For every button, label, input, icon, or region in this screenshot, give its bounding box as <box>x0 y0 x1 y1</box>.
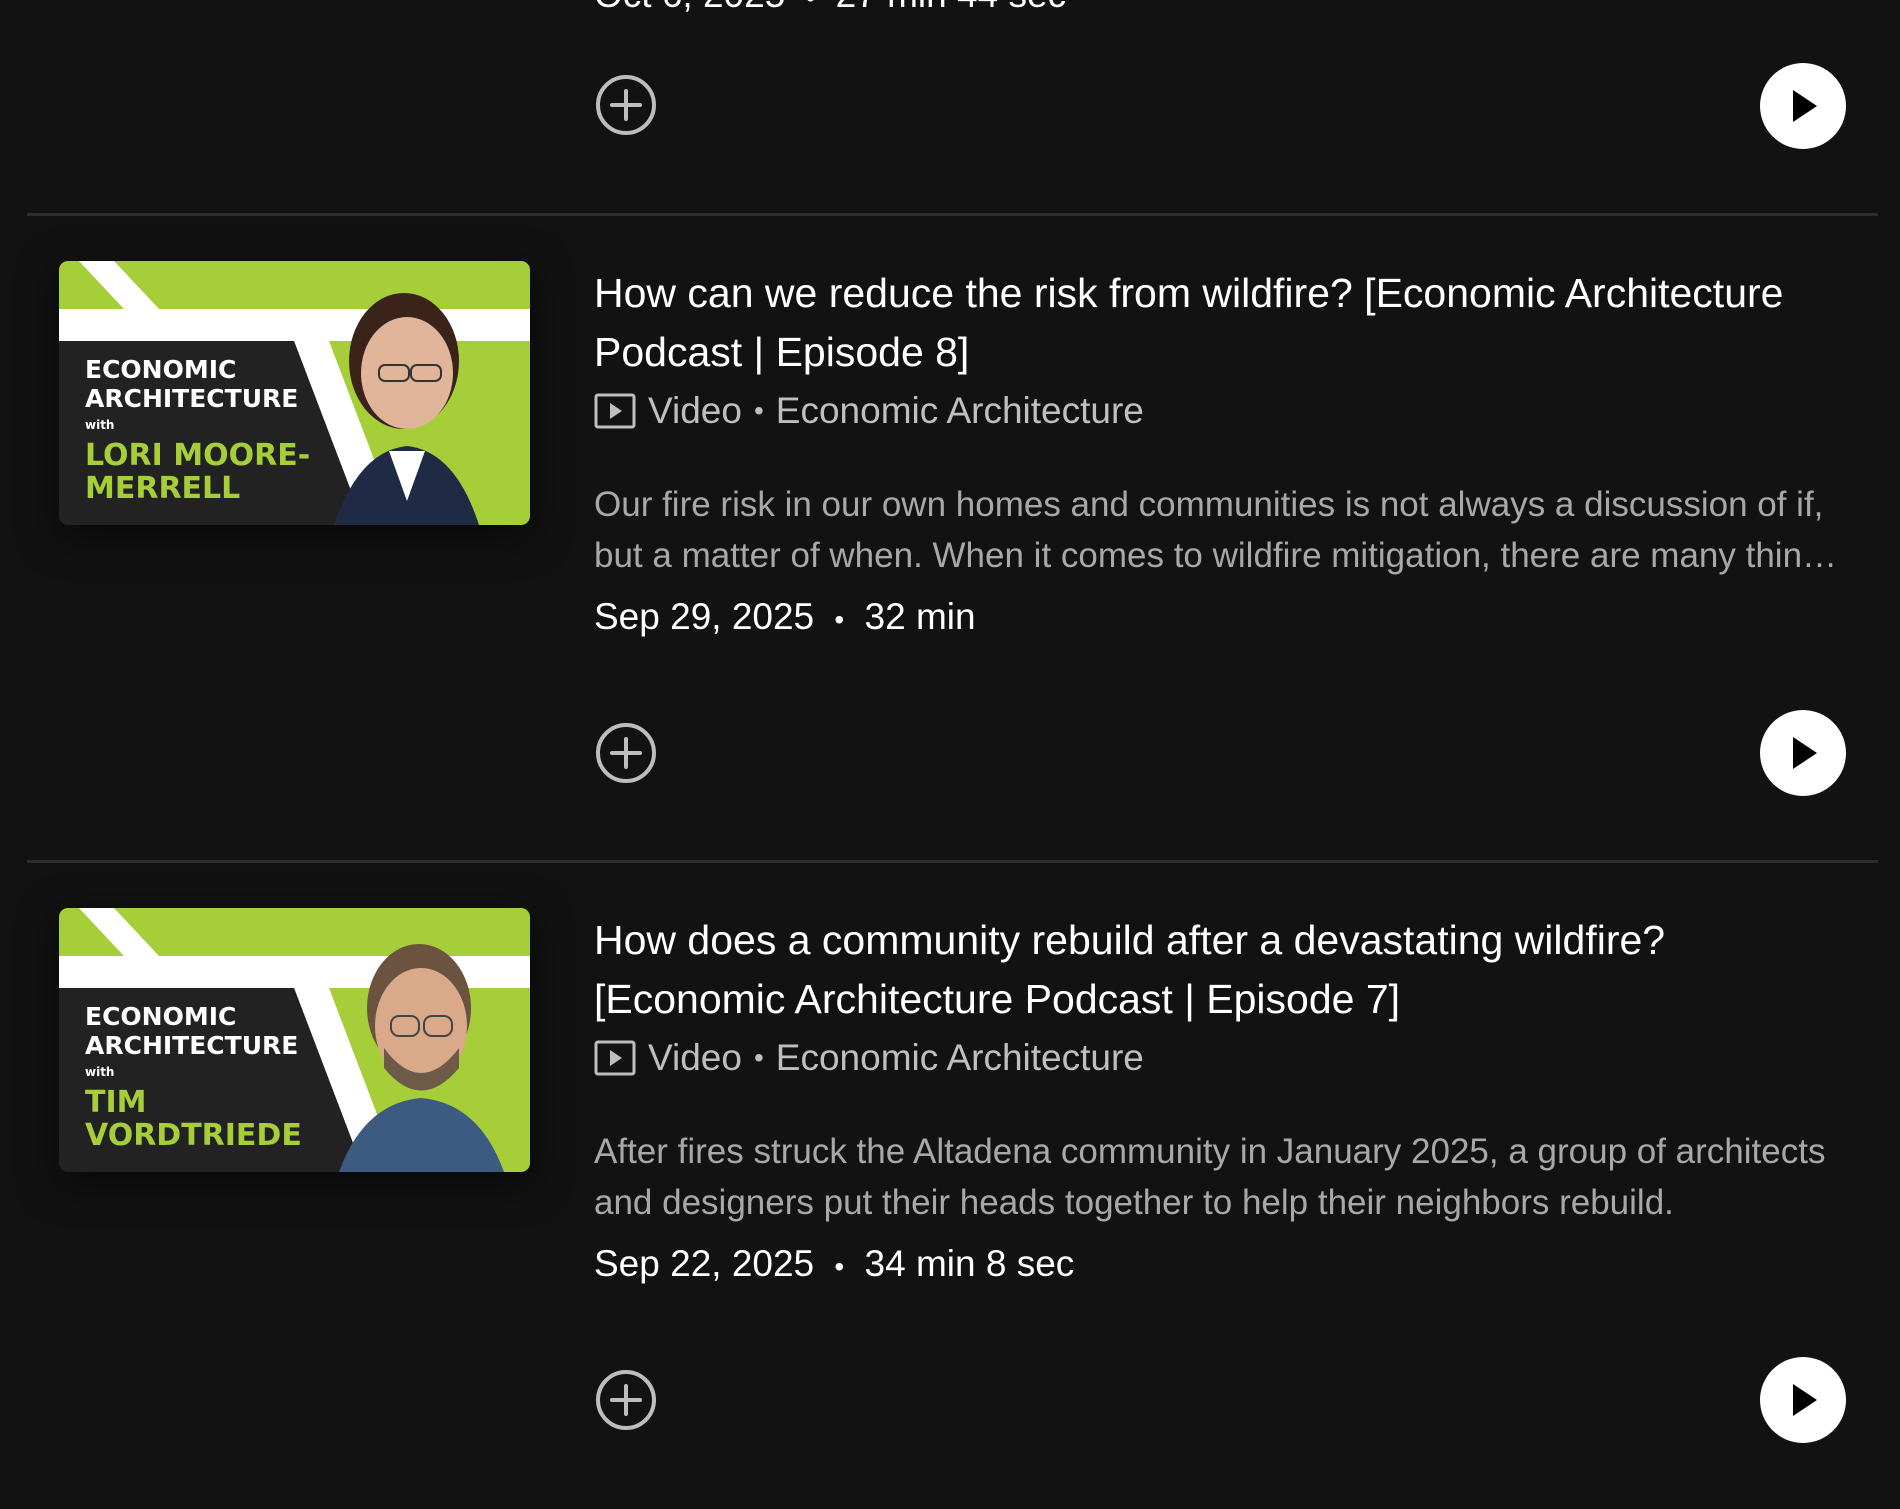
episode-description: Our fire risk in our own homes and commu… <box>594 485 1839 575</box>
episode-meta-partial: Oct 6, 2025 • 27 min 44 sec <box>594 0 1066 16</box>
meta-separator: • <box>806 0 816 13</box>
episode-date: Sep 22, 2025 <box>594 1243 815 1284</box>
play-button[interactable] <box>1760 63 1846 149</box>
plus-circle-icon <box>596 723 656 783</box>
show-name[interactable]: Economic Architecture <box>776 1037 1144 1079</box>
meta-separator: • <box>834 604 845 635</box>
add-to-library-button[interactable] <box>595 722 657 784</box>
episode-duration: 27 min 44 sec <box>836 0 1066 15</box>
play-icon <box>1793 1384 1817 1416</box>
thumbnail-series-title: ECONOMIC ARCHITECTURE <box>85 355 299 413</box>
episode-date: Oct 6, 2025 <box>594 0 785 15</box>
episode-item[interactable]: ECONOMIC ARCHITECTURE with LORI MOORE- M… <box>0 216 1900 862</box>
episode-type-row: Video • Economic Architecture <box>594 1037 1144 1079</box>
episode-type: Video <box>648 390 742 431</box>
meta-separator: • <box>834 1251 845 1282</box>
episode-type: Video <box>648 1037 742 1078</box>
episode-duration: 34 min 8 sec <box>864 1243 1075 1284</box>
episode-title[interactable]: How can we reduce the risk from wildfire… <box>594 264 1824 382</box>
episode-duration: 32 min <box>864 596 976 637</box>
play-button[interactable] <box>1760 710 1846 796</box>
episode-meta: Sep 29, 2025 • 32 min <box>594 596 976 638</box>
episode-date: Sep 29, 2025 <box>594 596 815 637</box>
add-to-library-button[interactable] <box>595 1369 657 1431</box>
episode-type-row: Video • Economic Architecture <box>594 390 1144 432</box>
thumbnail-series-title: ECONOMIC ARCHITECTURE <box>85 1002 299 1060</box>
play-icon <box>1793 737 1817 769</box>
episode-thumbnail[interactable]: ECONOMIC ARCHITECTURE with TIM VORDTRIED… <box>59 908 530 1172</box>
episode-meta: Sep 22, 2025 • 34 min 8 sec <box>594 1243 1074 1285</box>
thumbnail-guest-name: LORI MOORE- MERRELL <box>85 438 311 506</box>
video-icon <box>594 393 636 429</box>
meta-separator: • <box>753 395 764 426</box>
thumbnail-with: with <box>85 418 115 432</box>
episode-description: After fires struck the Altadena communit… <box>594 1132 1826 1222</box>
plus-circle-icon <box>596 75 656 135</box>
play-button[interactable] <box>1760 1357 1846 1443</box>
episode-title[interactable]: How does a community rebuild after a dev… <box>594 911 1824 1029</box>
thumbnail-guest-name: TIM VORDTRIEDE <box>85 1085 302 1153</box>
episode-thumbnail[interactable]: ECONOMIC ARCHITECTURE with LORI MOORE- M… <box>59 261 530 525</box>
play-icon <box>1793 90 1817 122</box>
show-name[interactable]: Economic Architecture <box>776 390 1144 432</box>
add-to-library-button[interactable] <box>595 74 657 136</box>
episode-item[interactable]: ECONOMIC ARCHITECTURE with TIM VORDTRIED… <box>0 863 1900 1509</box>
meta-separator: • <box>753 1042 764 1073</box>
thumbnail-with: with <box>85 1065 115 1079</box>
plus-circle-icon <box>596 1370 656 1430</box>
video-icon <box>594 1040 636 1076</box>
